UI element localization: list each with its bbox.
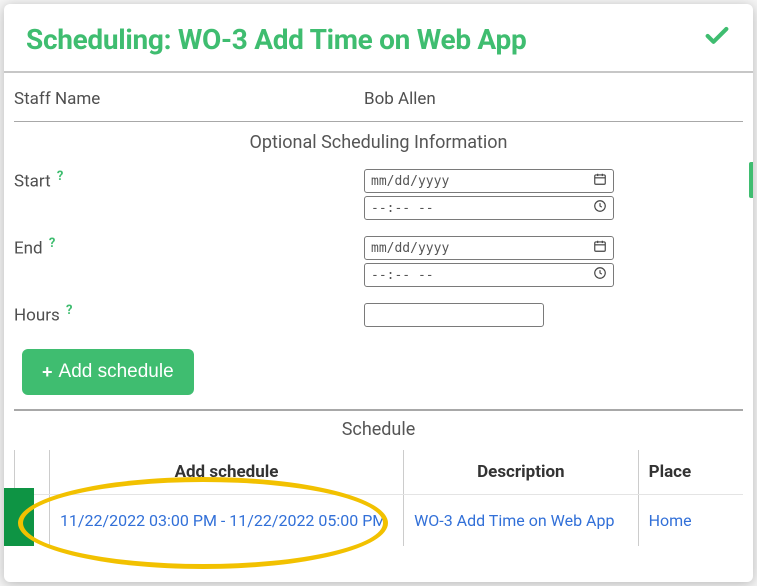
calendar-icon <box>593 239 607 257</box>
scheduling-dialog: Scheduling: WO-3 Add Time on Web App Sta… <box>4 4 753 582</box>
help-icon[interactable]: ? <box>49 236 55 251</box>
table-row: 11/22/2022 03:00 PM - 11/22/2022 05:00 P… <box>15 495 744 547</box>
dialog-body: Staff Name Bob Allen Optional Scheduling… <box>4 73 753 546</box>
table-header-place: Place <box>638 450 743 495</box>
schedule-table: Add schedule Description Place 11/22/202… <box>14 450 743 546</box>
annotation-block <box>4 488 34 546</box>
end-time-input[interactable]: --:-- -- <box>364 263 614 287</box>
help-icon[interactable]: ? <box>66 303 72 318</box>
divider <box>14 121 743 122</box>
decorative-strip <box>749 162 753 198</box>
staff-name-label: Staff Name <box>14 83 364 115</box>
divider <box>14 409 743 411</box>
dialog-header: Scheduling: WO-3 Add Time on Web App <box>4 4 753 73</box>
table-header-description: Description <box>404 450 639 495</box>
schedule-table-wrap: Add schedule Description Place 11/22/202… <box>14 450 743 546</box>
end-label: End ? <box>14 230 364 265</box>
table-header-schedule: Add schedule <box>49 450 403 495</box>
time-placeholder: --:-- -- <box>371 268 434 283</box>
optional-section-title: Optional Scheduling Information <box>14 132 743 153</box>
calendar-icon <box>593 172 607 190</box>
start-inputs: mm/dd/yyyy --:-- -- <box>364 163 743 226</box>
schedule-link[interactable]: 11/22/2022 03:00 PM - 11/22/2022 05:00 P… <box>60 511 386 530</box>
clock-icon <box>593 199 607 217</box>
hours-input-cell <box>364 297 743 333</box>
description-link[interactable]: WO-3 Add Time on Web App <box>414 511 614 530</box>
table-header-row: Add schedule Description Place <box>15 450 744 495</box>
start-label-text: Start <box>14 172 51 192</box>
end-inputs: mm/dd/yyyy --:-- -- <box>364 230 743 293</box>
row-schedule-cell: 11/22/2022 03:00 PM - 11/22/2022 05:00 P… <box>49 495 403 547</box>
time-placeholder: --:-- -- <box>371 201 434 216</box>
help-icon[interactable]: ? <box>57 169 63 184</box>
date-placeholder: mm/dd/yyyy <box>371 174 449 189</box>
start-time-input[interactable]: --:-- -- <box>364 196 614 220</box>
hours-label-text: Hours <box>14 306 60 326</box>
row-description-cell: WO-3 Add Time on Web App <box>404 495 639 547</box>
add-schedule-label: Add schedule <box>59 361 174 383</box>
hours-label: Hours ? <box>14 297 364 332</box>
start-row: Start ? mm/dd/yyyy --:-- -- <box>14 163 743 226</box>
end-label-text: End <box>14 239 43 259</box>
add-schedule-button[interactable]: + Add schedule <box>22 349 194 395</box>
hours-row: Hours ? <box>14 297 743 333</box>
place-link[interactable]: Home <box>649 511 692 530</box>
start-label: Start ? <box>14 163 364 198</box>
row-place-cell: Home <box>638 495 743 547</box>
end-row: End ? mm/dd/yyyy --:-- -- <box>14 230 743 293</box>
staff-row: Staff Name Bob Allen <box>14 83 743 115</box>
schedule-section-title: Schedule <box>14 419 743 440</box>
end-date-input[interactable]: mm/dd/yyyy <box>364 236 614 260</box>
plus-icon: + <box>42 362 53 383</box>
date-placeholder: mm/dd/yyyy <box>371 241 449 256</box>
check-icon[interactable] <box>703 22 731 57</box>
start-date-input[interactable]: mm/dd/yyyy <box>364 169 614 193</box>
hours-input[interactable] <box>364 303 544 327</box>
clock-icon <box>593 266 607 284</box>
staff-name-value: Bob Allen <box>364 83 743 115</box>
dialog-title: Scheduling: WO-3 Add Time on Web App <box>26 23 526 56</box>
